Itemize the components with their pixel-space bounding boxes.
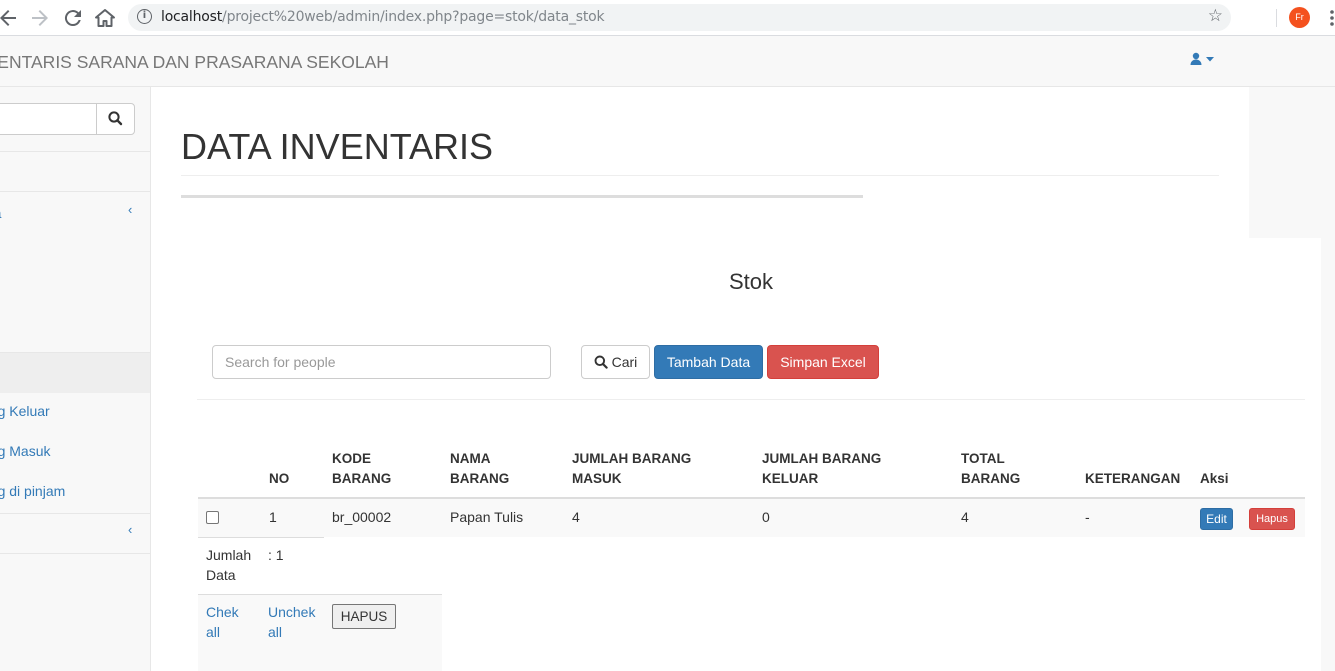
- footer-border: [198, 537, 324, 538]
- reload-icon[interactable]: [61, 6, 85, 30]
- column-header-keluar: JUMLAH BARANG KELUAR: [762, 449, 881, 489]
- page-header: DATA INVENTARIS: [181, 127, 1219, 176]
- profile-avatar[interactable]: Fr: [1289, 7, 1310, 28]
- header-line: KODE: [332, 451, 372, 466]
- edit-button[interactable]: Edit: [1200, 508, 1233, 530]
- header-line: MASUK: [572, 471, 622, 486]
- app-brand[interactable]: NVENTARIS SARANA DAN PRASARANA SEKOLAH: [0, 52, 389, 73]
- sidebar-item-active[interactable]: [0, 353, 150, 393]
- label-line: Data: [206, 567, 236, 583]
- sidebar: ata ‹ ang Keluar ang Masuk ang di pinjam…: [0, 87, 151, 671]
- home-icon[interactable]: [93, 6, 117, 30]
- jumlah-data-label: Jumlah Data: [206, 545, 251, 585]
- column-header-keterangan: KETERANGAN: [1085, 471, 1181, 486]
- user-dropdown[interactable]: [1190, 52, 1216, 70]
- header-line: JUMLAH BARANG: [762, 451, 882, 466]
- add-data-button[interactable]: Tambah Data: [654, 345, 763, 379]
- page-title: DATA INVENTARIS: [181, 126, 494, 167]
- back-arrow-icon[interactable]: [0, 6, 20, 30]
- sidebar-item-data[interactable]: ata ‹: [0, 192, 150, 353]
- column-header-nama: NAMA BARANG: [450, 449, 509, 489]
- search-icon: [108, 111, 123, 126]
- cell-kode: br_00002: [332, 509, 392, 525]
- background-gap: [1249, 87, 1335, 238]
- column-header-masuk: JUMLAH BARANG MASUK: [572, 449, 691, 489]
- label-line: Jumlah: [206, 547, 252, 563]
- link-line: all: [268, 624, 283, 640]
- cell-total: 4: [961, 509, 969, 525]
- row-checkbox[interactable]: [206, 511, 219, 524]
- header-line: TOTAL: [961, 451, 1005, 466]
- sidebar-search-button[interactable]: [96, 103, 135, 135]
- sidebar-search-input[interactable]: [0, 103, 97, 135]
- url-host: localhost: [161, 9, 223, 25]
- panel-title: Stok: [728, 269, 774, 294]
- info-icon[interactable]: i: [137, 9, 152, 24]
- app-navbar: NVENTARIS SARANA DAN PRASARANA SEKOLAH: [0, 37, 1335, 87]
- forward-arrow-icon[interactable]: [28, 6, 52, 30]
- jumlah-data-value: : 1: [268, 547, 284, 563]
- cell-no: 1: [269, 509, 277, 525]
- search-button-label: Cari: [611, 354, 638, 370]
- column-header-aksi: Aksi: [1200, 471, 1229, 486]
- sidebar-subitem-barang-keluar[interactable]: ang Keluar: [0, 403, 50, 419]
- uncheck-all-link[interactable]: Unchek all: [268, 602, 315, 642]
- delete-row-button[interactable]: Hapus: [1249, 508, 1295, 530]
- search-icon: [594, 355, 608, 369]
- delete-selected-button[interactable]: HAPUS: [332, 604, 396, 629]
- header-line: NAMA: [450, 451, 491, 466]
- link-line: all: [206, 624, 221, 640]
- bookmark-star-icon[interactable]: ☆: [1208, 6, 1223, 26]
- cell-keluar: 0: [762, 509, 770, 525]
- column-header-total: TOTAL BARANG: [961, 449, 1020, 489]
- link-line: Chek: [206, 604, 239, 620]
- address-bar[interactable]: i localhost/project%20web/admin/index.ph…: [128, 4, 1231, 31]
- browser-toolbar: i localhost/project%20web/admin/index.ph…: [0, 0, 1335, 36]
- column-header-no: NO: [269, 471, 290, 486]
- header-line: BARANG: [332, 471, 392, 486]
- url-text: localhost/project%20web/admin/index.php?…: [161, 9, 605, 25]
- stok-panel: Stok Search for people Cari Tambah Data …: [181, 238, 1321, 671]
- check-all-link[interactable]: Chek all: [206, 602, 239, 642]
- table-footer: Jumlah Data : 1 Chek all Unchek all HAPUS: [198, 537, 442, 671]
- search-input[interactable]: Search for people: [212, 345, 551, 379]
- panel-divider: [197, 399, 1305, 400]
- sidebar-item-label: ata: [0, 205, 1, 221]
- chevron-left-icon: ‹: [128, 522, 133, 537]
- header-divider: [181, 195, 863, 198]
- cell-keterangan: -: [1085, 509, 1090, 525]
- sidebar-subitem-barang-masuk[interactable]: ang Masuk: [0, 443, 50, 459]
- header-line: JUMLAH BARANG: [572, 451, 692, 466]
- cell-masuk: 4: [572, 509, 580, 525]
- export-excel-button[interactable]: Simpan Excel: [767, 345, 879, 379]
- toolbar-divider: [1276, 9, 1277, 27]
- sidebar-search: [0, 87, 150, 152]
- chrome-menu-icon[interactable]: [1322, 8, 1335, 28]
- column-header-kode: KODE BARANG: [332, 449, 391, 489]
- sidebar-subitem-barang-dipinjam[interactable]: ang di pinjam: [0, 483, 65, 499]
- sidebar-item-collapsed[interactable]: ‹: [0, 514, 150, 554]
- chevron-left-icon: ‹: [128, 202, 133, 217]
- header-line: KELUAR: [762, 471, 819, 486]
- link-line: Unchek: [268, 604, 316, 620]
- cell-nama: Papan Tulis: [450, 509, 524, 525]
- header-line: BARANG: [450, 471, 510, 486]
- url-path: /project%20web/admin/index.php?page=stok…: [222, 9, 605, 25]
- header-line: BARANG: [961, 471, 1021, 486]
- sidebar-item-dashboard[interactable]: [0, 152, 150, 192]
- search-button[interactable]: Cari: [581, 345, 650, 379]
- user-icon: [1190, 52, 1214, 65]
